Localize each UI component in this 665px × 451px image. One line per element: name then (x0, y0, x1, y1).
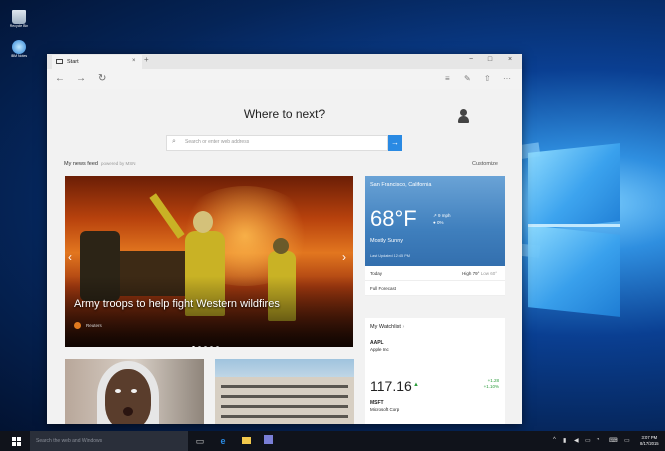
file-explorer-icon[interactable] (240, 435, 252, 447)
carousel-dots (192, 336, 222, 347)
weather-temperature: 68°F (370, 206, 417, 231)
full-forecast-label: Full Forecast (370, 286, 397, 291)
clock-date: 8/17/2015 (640, 440, 659, 446)
stock-name: Apple Inc (370, 347, 389, 352)
new-tab-button[interactable]: + (144, 55, 149, 64)
hero-prev-button[interactable]: ‹ (68, 250, 72, 264)
weather-city: San Francisco, California (370, 182, 432, 188)
stock-name: Microsoft Corp (370, 407, 400, 412)
edge-icon[interactable]: e (217, 435, 229, 447)
weather-details: ↗ 9 mph ● 0% (433, 212, 451, 226)
soldier-head (273, 238, 289, 254)
tab-page-icon (56, 59, 63, 64)
today-label: Today (370, 271, 383, 276)
taskbar-clock[interactable]: 3:07 PM 8/17/2015 (640, 435, 659, 446)
today-high-low: High 79° Low 60° (462, 271, 497, 276)
tab-title: Start (67, 59, 79, 65)
desktop-windows-logo-pane (528, 143, 620, 231)
close-button[interactable]: × (503, 56, 517, 63)
hub-button[interactable]: ≡ (445, 74, 450, 83)
precipitation: ● 0% (433, 220, 444, 225)
carousel-dot[interactable] (210, 346, 213, 347)
desktop-icon-label: Recycle Bin (9, 24, 29, 28)
search-input[interactable]: ⌕ Search or enter web address (166, 135, 388, 151)
desktop-windows-logo-pane (528, 225, 620, 317)
web-note-button[interactable]: ✎ (464, 74, 471, 83)
start-button[interactable] (12, 437, 21, 446)
tray-network-icon[interactable]: ▮ (563, 437, 566, 444)
carousel-dot[interactable] (204, 346, 207, 347)
hero-headline[interactable]: Army troops to help fight Western wildfi… (74, 298, 280, 310)
tray-chevron-icon[interactable]: ^ (553, 437, 556, 443)
news-thumbnail-portrait[interactable] (65, 359, 204, 424)
user-avatar-icon[interactable] (456, 109, 470, 125)
more-button[interactable]: ··· (503, 74, 511, 83)
search-go-button[interactable]: → (388, 135, 402, 151)
news-thumbnail-building[interactable] (215, 359, 354, 424)
tab-close-icon[interactable]: × (132, 58, 136, 64)
notes-app-icon (12, 40, 26, 54)
forward-button[interactable]: → (76, 73, 86, 84)
stock-up-arrow-icon: ▲ (413, 382, 419, 388)
wind-speed: ↗ 9 mph (433, 213, 451, 218)
stock-price: 117.16 (370, 378, 412, 394)
back-button[interactable]: ← (55, 73, 65, 84)
desktop-windows-logo-divider (528, 224, 620, 227)
recycle-bin-icon (12, 10, 26, 24)
tray-keyboard-icon[interactable]: ⌨ (609, 437, 618, 444)
carousel-dot[interactable] (192, 346, 195, 347)
page-heading: Where to next? (243, 107, 326, 121)
search-placeholder: Search or enter web address (185, 139, 250, 145)
hero-source: Reuters (86, 323, 102, 328)
stock-symbol: AAPL (370, 340, 384, 346)
carousel-dot[interactable] (198, 346, 201, 347)
source-logo-icon (74, 322, 81, 329)
watchlist-title: My Watchlist › (370, 324, 405, 330)
stock-change: +1.28 +1.10% (483, 378, 499, 389)
weather-condition: Mostly Sunny (370, 238, 404, 244)
hero-next-button[interactable]: › (342, 250, 346, 264)
store-icon[interactable] (262, 435, 274, 447)
search-icon: ⌕ (172, 138, 176, 145)
maximize-button[interactable]: □ (483, 56, 497, 63)
share-button[interactable]: ⇧ (484, 74, 491, 83)
tray-wifi-icon[interactable]: ◔ (596, 437, 600, 443)
feed-title: My news feed (64, 161, 98, 167)
desktop-icon-recycle-bin[interactable]: Recycle Bin (9, 10, 29, 29)
taskbar-search-input[interactable]: Search the web and Windows (30, 431, 188, 451)
taskbar: Search the web and Windows ▭ e ^ ▮ ◀ ▭ ◔… (0, 431, 665, 451)
start-page: Where to next? ⌕ Search or enter web add… (47, 89, 522, 424)
taskbar-search-placeholder: Search the web and Windows (36, 438, 103, 444)
tray-volume-icon[interactable]: ◀ (574, 437, 579, 444)
tab-start[interactable]: Start × (52, 55, 142, 69)
carousel-dot[interactable] (216, 346, 219, 347)
weather-updated: Last Updated 12:45 PM (370, 254, 410, 258)
stock-symbol: MSFT (370, 400, 384, 406)
refresh-button[interactable]: ↻ (98, 73, 106, 84)
news-feed-label: My news feed powered by MSN (64, 161, 135, 167)
clock-time: 3:07 PM (641, 435, 658, 440)
desktop-icon-label: IBM Notes (10, 54, 28, 58)
navigation-bar: ← → ↻ ≡ ✎ ⇧ ··· (47, 69, 522, 89)
weather-today-row: Today High 79° Low 60° (365, 266, 505, 281)
soldier-head (193, 211, 213, 233)
task-view-icon[interactable]: ▭ (194, 435, 206, 447)
action-center-icon[interactable]: ▭ (624, 437, 630, 444)
tray-battery-icon[interactable]: ▭ (585, 437, 591, 444)
customize-link[interactable]: Customize (472, 161, 498, 167)
edge-browser-window: Start × + − □ × ← → ↻ ≡ ✎ ⇧ ··· Where to… (47, 54, 522, 424)
minimize-button[interactable]: − (464, 56, 478, 63)
hero-news-card[interactable]: ‹ › Army troops to help fight Western wi… (65, 176, 353, 347)
desktop-icon-notes[interactable]: IBM Notes (9, 40, 29, 59)
weather-card[interactable]: San Francisco, California 68°F ↗ 9 mph ●… (365, 176, 505, 266)
title-bar[interactable]: Start × + − □ × (47, 54, 522, 69)
watchlist-card[interactable]: My Watchlist › AAPL Apple Inc 117.16 ▲ +… (365, 318, 505, 424)
full-forecast-link[interactable]: Full Forecast (365, 281, 505, 296)
feed-powered-by: powered by MSN (100, 161, 136, 166)
